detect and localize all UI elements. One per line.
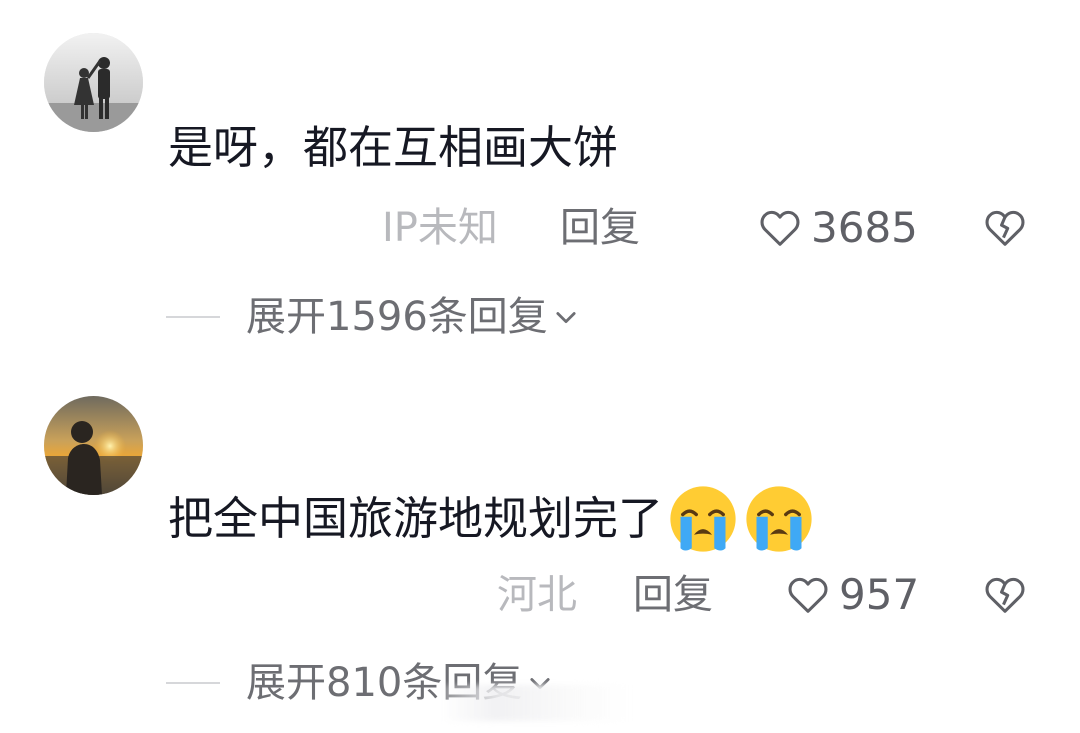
ip-location: IP未知 — [382, 205, 498, 251]
reply-button[interactable]: 回复 — [560, 203, 640, 253]
watermark-blur — [440, 685, 630, 721]
like-button[interactable]: 3685 — [757, 203, 918, 253]
user-avatar[interactable] — [44, 33, 143, 132]
comment-text: 把全中国旅游地规划完了 — [168, 483, 815, 555]
broken-heart-icon — [985, 210, 1025, 246]
dislike-button[interactable] — [982, 205, 1028, 251]
heart-outline-icon — [788, 577, 828, 613]
divider-line — [166, 682, 220, 684]
couple-silhouette-avatar-icon — [44, 33, 143, 132]
comment-item: 是呀，都在互相画大饼 IP未知 回复 3685 展开1596条回复 — [0, 0, 1080, 360]
comment-item: 把全中国旅游地规划完了 河北 回复 957 展开810条回复 — [0, 360, 1080, 733]
comment-text-content: 把全中国旅游地规划完了 — [168, 492, 664, 545]
divider-line — [166, 316, 220, 318]
sunset-silhouette-avatar-icon — [44, 396, 143, 495]
expand-replies-label: 展开1596条回复 — [246, 294, 548, 340]
reply-button[interactable]: 回复 — [633, 570, 713, 620]
ip-location: 河北 — [497, 572, 577, 618]
heart-outline-icon — [760, 210, 800, 246]
chevron-down-icon — [556, 312, 576, 324]
like-count: 957 — [839, 570, 920, 619]
comment-text-content: 是呀，都在互相画大饼 — [168, 121, 619, 174]
loudly-crying-face-emoji-icon — [667, 483, 739, 555]
loudly-crying-face-emoji-icon — [743, 483, 815, 555]
user-avatar[interactable] — [44, 396, 143, 495]
broken-heart-icon — [985, 577, 1025, 613]
like-count: 3685 — [811, 203, 918, 252]
like-button[interactable]: 957 — [785, 570, 919, 620]
dislike-button[interactable] — [982, 572, 1028, 618]
expand-replies-button[interactable]: 展开1596条回复 — [166, 292, 580, 342]
comment-text: 是呀，都在互相画大饼 — [168, 118, 618, 178]
